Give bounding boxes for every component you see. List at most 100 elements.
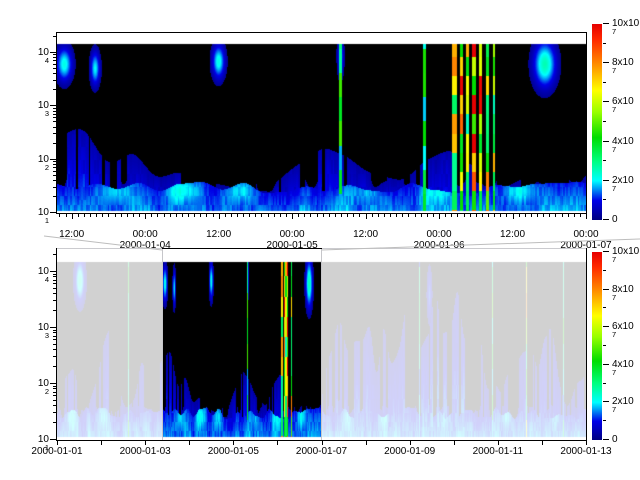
- x-minor-tick: [408, 214, 409, 217]
- colorbar-tick-label: 10x107: [612, 246, 639, 268]
- y-minor-tick: [53, 344, 56, 345]
- x-major-tick: [513, 214, 514, 219]
- context-frame-top-left: [56, 248, 162, 249]
- y-tick-label-exp: 2: [15, 162, 49, 173]
- y-minor-tick: [53, 405, 56, 406]
- colorbar-tick-label: 10x107: [612, 18, 639, 40]
- x-day-tick: [410, 441, 411, 445]
- y-minor-tick: [53, 388, 56, 389]
- x-minor-tick: [347, 214, 348, 217]
- y-minor-tick: [53, 60, 56, 61]
- colorbar-tick-label: 2x107: [612, 396, 634, 418]
- colorbar-minor-tick: [603, 420, 606, 421]
- colorbar-tick-label-exp: 7: [612, 104, 634, 115]
- y-minor-tick: [53, 349, 56, 350]
- x-minor-tick: [341, 214, 342, 217]
- x-minor-tick: [500, 214, 501, 217]
- colorbar-tick-label: 2x107: [612, 175, 634, 197]
- colorbar-major-tick: [603, 401, 609, 402]
- x-minor-tick: [280, 214, 281, 217]
- y-minor-tick: [53, 339, 56, 340]
- x-minor-tick: [402, 214, 403, 217]
- x-minor-tick: [139, 214, 140, 217]
- y-minor-tick: [53, 73, 56, 74]
- y-major-tick: [50, 271, 56, 272]
- colorbar-major-tick: [603, 180, 609, 181]
- x-minor-tick: [476, 214, 477, 217]
- x-minor-tick: [445, 214, 446, 217]
- x-minor-tick: [188, 214, 189, 217]
- x-minor-tick: [182, 214, 183, 217]
- x-date-label: 2000-01-07: [296, 446, 347, 457]
- y-minor-tick: [53, 171, 56, 172]
- x-date-label: 2000-01-09: [384, 446, 435, 457]
- y-minor-tick: [53, 187, 56, 188]
- x-minor-tick: [519, 214, 520, 217]
- colorbar-minor-tick: [603, 383, 606, 384]
- y-tick-label: 103: [15, 322, 49, 344]
- y-minor-tick: [53, 356, 56, 357]
- x-minor-tick: [108, 214, 109, 217]
- x-day-tick: [277, 441, 278, 445]
- x-minor-tick: [268, 214, 269, 217]
- y-minor-tick: [53, 54, 56, 55]
- colorbar-tick-label-exp: 7: [612, 26, 639, 37]
- x-minor-tick: [464, 214, 465, 217]
- colorbar-tick-label-exp: 7: [612, 292, 634, 303]
- x-minor-tick: [102, 214, 103, 217]
- colorbar-tick-label-exp: 7: [612, 183, 634, 194]
- colorbar-minor-tick: [603, 345, 606, 346]
- x-date-label: 2000-01-11: [473, 446, 523, 457]
- x-day-tick: [322, 441, 323, 445]
- x-minor-tick: [525, 214, 526, 217]
- context-frame-right: [586, 248, 587, 441]
- x-day-tick: [454, 441, 455, 445]
- x-minor-tick: [225, 214, 226, 217]
- colorbar-major-tick: [603, 326, 609, 327]
- x-minor-tick: [84, 214, 85, 217]
- colorbar-tick-label-exp: 7: [612, 329, 634, 340]
- x-minor-tick: [304, 214, 305, 217]
- y-minor-tick: [53, 36, 56, 37]
- y-minor-tick: [53, 68, 56, 69]
- x-major-tick: [145, 214, 146, 219]
- x-minor-tick: [359, 214, 360, 217]
- colorbar-minor-tick: [603, 307, 606, 308]
- x-minor-tick: [384, 214, 385, 217]
- colorbar-tick-label-exp: 7: [612, 404, 634, 415]
- x-minor-tick: [176, 214, 177, 217]
- y-minor-tick: [53, 127, 56, 128]
- y-minor-tick: [53, 274, 56, 275]
- x-minor-tick: [127, 214, 128, 217]
- x-minor-tick: [310, 214, 311, 217]
- x-minor-tick: [164, 214, 165, 217]
- colorbar-major-tick: [603, 289, 609, 290]
- y-major-tick: [50, 383, 56, 384]
- zoom-panel-spectrogram-canvas[interactable]: [57, 33, 586, 213]
- x-minor-tick: [317, 214, 318, 217]
- x-minor-tick: [298, 214, 299, 217]
- colorbar-tick-label: 4x107: [612, 136, 634, 158]
- x-time-label: 00:00: [133, 229, 158, 240]
- y-minor-tick: [53, 80, 56, 81]
- y-minor-tick: [53, 164, 56, 165]
- x-time-label: 00:00: [427, 229, 452, 240]
- y-minor-tick: [53, 310, 56, 311]
- selection-window[interactable]: [162, 249, 322, 440]
- y-minor-tick: [53, 117, 56, 118]
- y-minor-tick: [53, 108, 56, 109]
- x-day-tick: [586, 441, 587, 445]
- y-minor-tick: [53, 332, 56, 333]
- x-minor-tick: [249, 214, 250, 217]
- colorbar-major-tick: [603, 62, 609, 63]
- colorbar-major-tick: [603, 23, 609, 24]
- x-major-tick: [439, 214, 440, 219]
- x-minor-tick: [421, 214, 422, 217]
- colorbar-tick-label-exp: 7: [612, 144, 634, 155]
- y-minor-tick: [53, 180, 56, 181]
- x-minor-tick: [353, 214, 354, 217]
- y-minor-tick: [53, 336, 56, 337]
- colorbar-major-tick: [603, 439, 609, 440]
- x-major-tick: [219, 214, 220, 219]
- y-tick-label-exp: 3: [15, 108, 49, 119]
